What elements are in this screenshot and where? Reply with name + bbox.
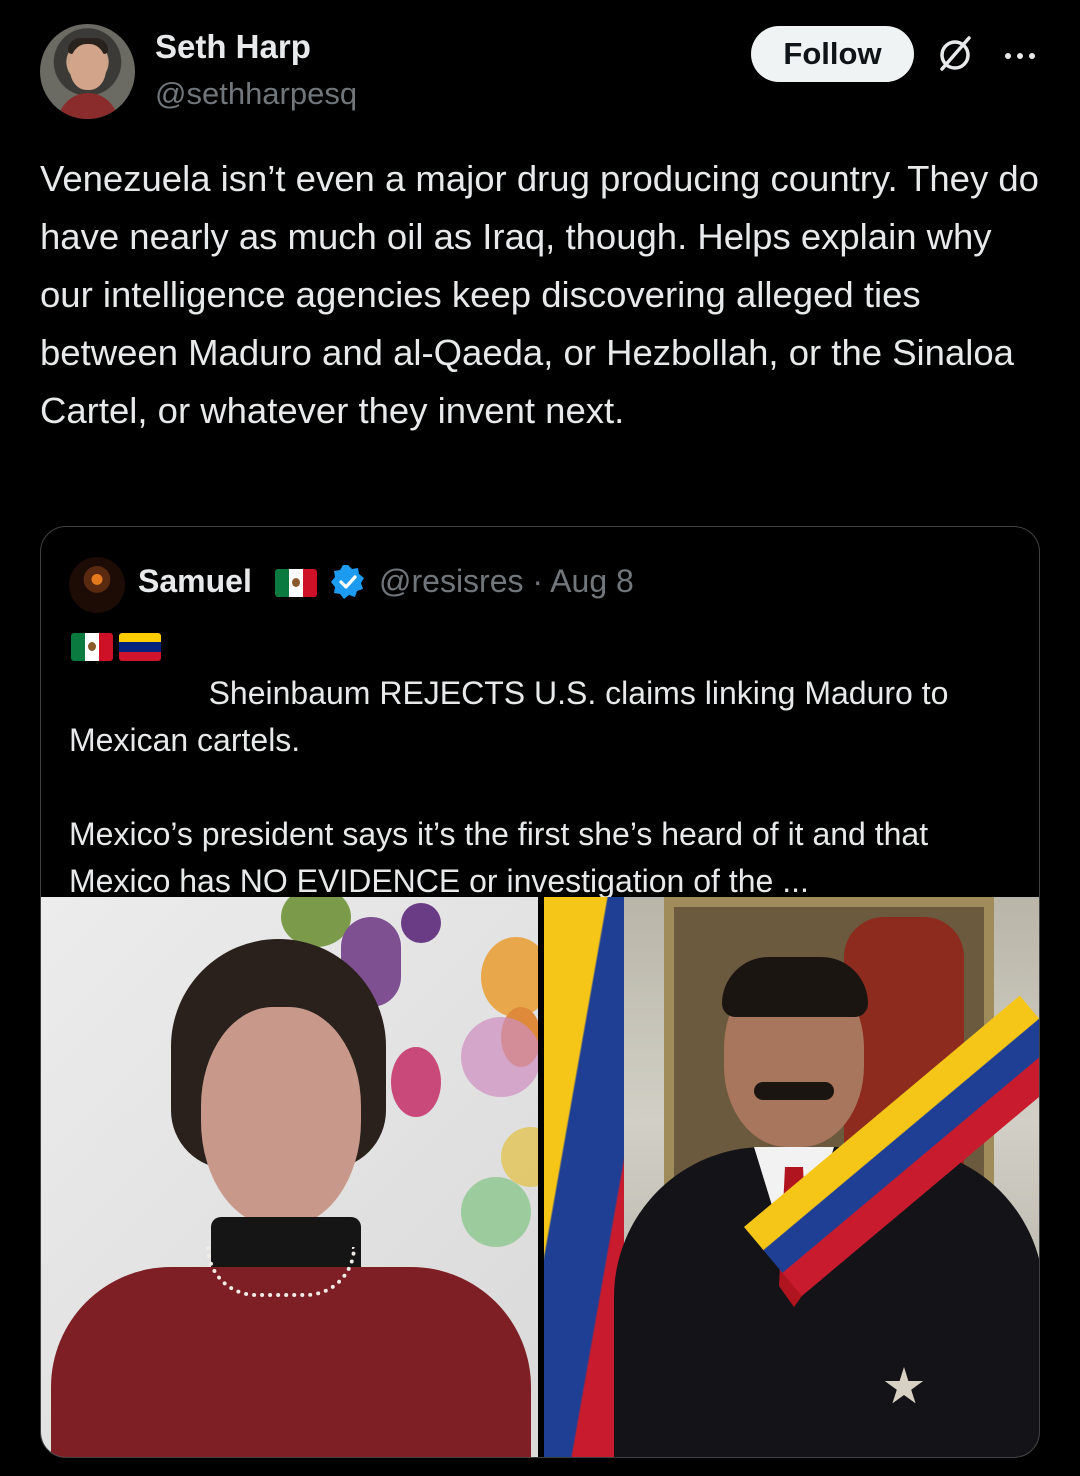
- photo-sheinbaum[interactable]: [41, 897, 538, 1457]
- author-name[interactable]: Seth Harp: [155, 28, 311, 66]
- quoted-author-name[interactable]: Samuel: [138, 563, 252, 600]
- tweet-header: Seth Harp @sethharpesq Follow: [40, 24, 1040, 120]
- quoted-author-avatar[interactable]: [69, 557, 125, 613]
- verified-badge-icon: [331, 565, 364, 599]
- more-icon[interactable]: [1000, 34, 1040, 74]
- follow-button[interactable]: Follow: [751, 26, 914, 82]
- mexico-flag-icon: [275, 569, 317, 597]
- grok-icon[interactable]: [933, 32, 977, 76]
- quoted-handle-date: @resisres · Aug 8: [379, 563, 634, 599]
- author-handle[interactable]: @sethharpesq: [155, 76, 357, 112]
- tweet-text: Venezuela isn’t even a major drug produc…: [40, 158, 1050, 431]
- quoted-tweet[interactable]: Samuel @resisres · Aug 8 Sheinbaum REJEC…: [40, 526, 1040, 1458]
- quoted-headline: Sheinbaum REJECTS U.S. claims linking Ma…: [69, 675, 958, 758]
- author-avatar[interactable]: [40, 24, 135, 119]
- quoted-body: Mexico’s president says it’s the first s…: [69, 816, 937, 899]
- quoted-text: Sheinbaum REJECTS U.S. claims linking Ma…: [69, 623, 1019, 905]
- photo-maduro[interactable]: [544, 897, 1039, 1457]
- quoted-media[interactable]: [41, 897, 1039, 1457]
